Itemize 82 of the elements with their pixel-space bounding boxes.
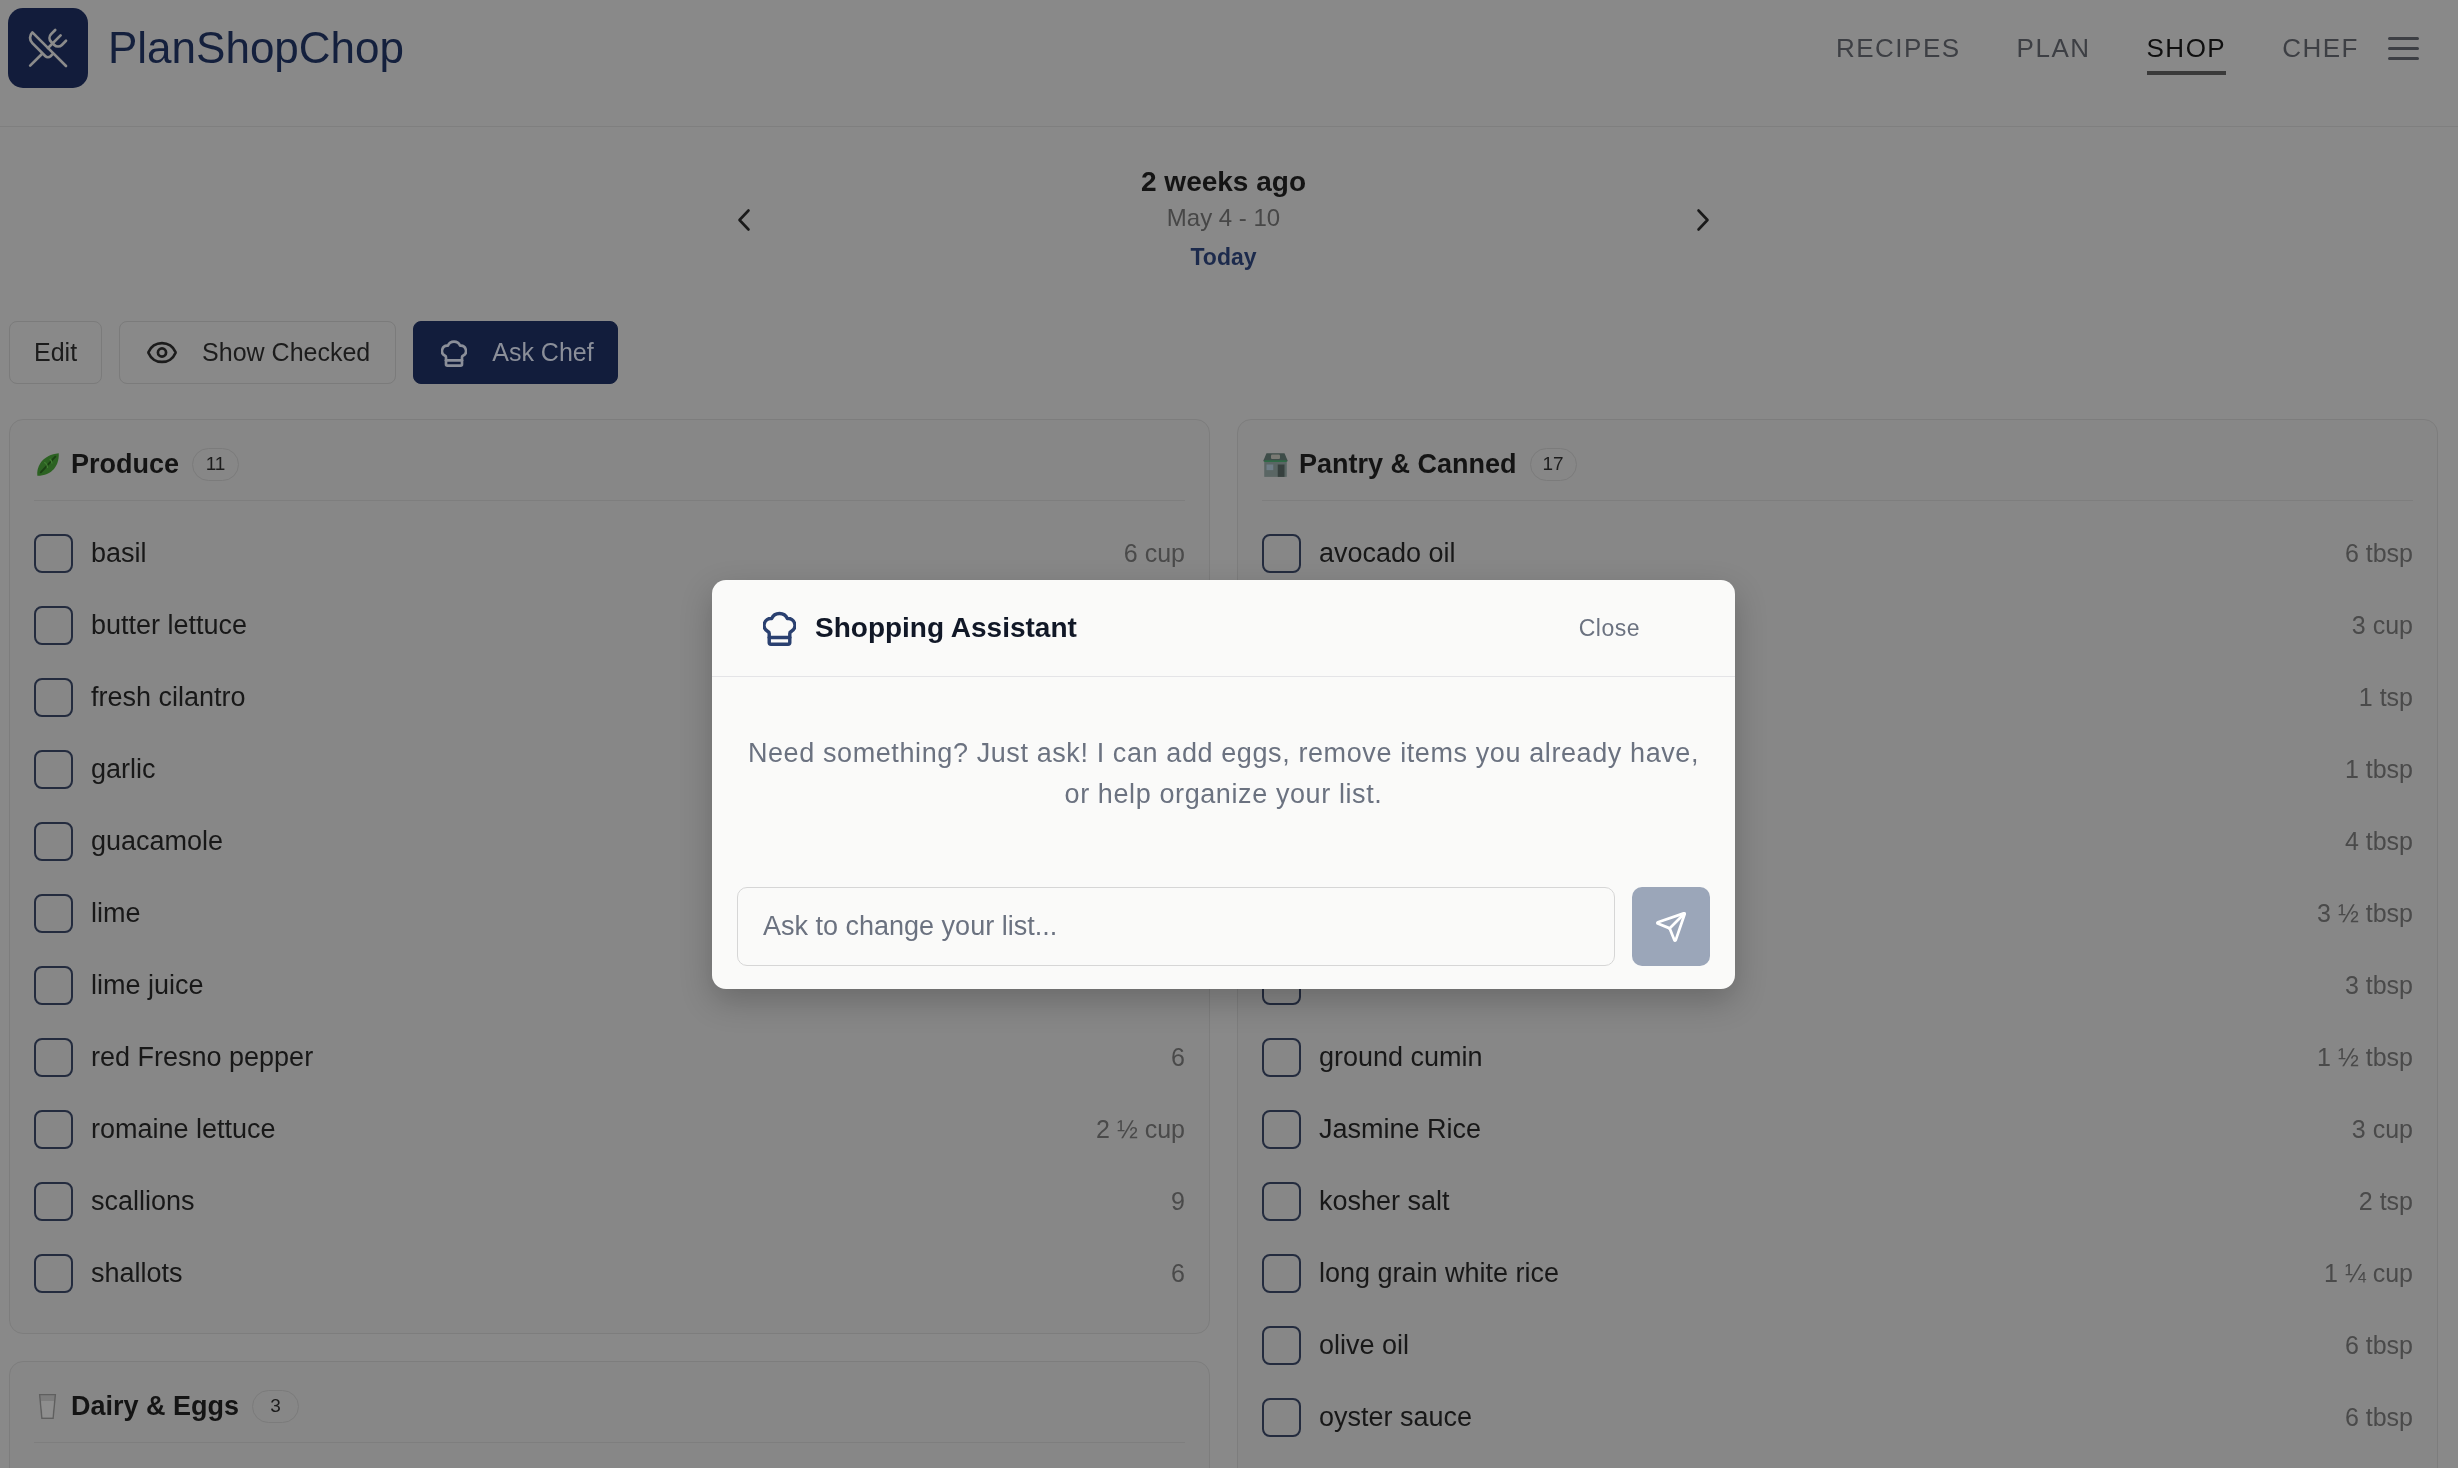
item-quantity: 1 ½ tbsp [2317, 1042, 2413, 1072]
item-name: kosher salt [1319, 1185, 1450, 1217]
item-quantity: 3 cup [2351, 1114, 2413, 1144]
checkbox[interactable] [34, 605, 73, 645]
checkbox[interactable] [1262, 1397, 1301, 1437]
checkbox[interactable] [1262, 1253, 1301, 1293]
nav-tab[interactable]: SHOP [2146, 21, 2227, 75]
checkbox[interactable] [34, 893, 73, 933]
item-quantity: 9 [1171, 1186, 1185, 1216]
checkbox[interactable] [1262, 533, 1301, 573]
item-quantity: 2 ½ cup [1096, 1114, 1185, 1144]
send-icon [1656, 911, 1686, 942]
close-button[interactable]: Close [1566, 606, 1652, 650]
item-name: lime juice [91, 969, 204, 1001]
nav-tab[interactable]: RECIPES [1835, 21, 1961, 75]
item-quantity: 6 tbsp [2344, 1330, 2413, 1360]
checkbox[interactable] [34, 1109, 73, 1149]
chat-input[interactable]: Ask to change your list... [737, 887, 1615, 966]
nav-tab[interactable]: PLAN [2016, 21, 2091, 75]
chevron-left-icon[interactable] [737, 207, 751, 232]
item-quantity: 3 cup [2351, 610, 2413, 640]
checkbox[interactable] [1262, 1109, 1301, 1149]
checkbox[interactable] [1262, 1325, 1301, 1365]
dialog-title: Shopping Assistant [815, 612, 1077, 644]
item-quantity: 4 tbsp [2344, 826, 2413, 856]
item-quantity: 1 tbsp [2344, 754, 2413, 784]
checkbox[interactable] [34, 749, 73, 789]
checkbox[interactable] [34, 965, 73, 1005]
category-title: Dairy & Eggs [71, 1390, 240, 1422]
category-title: Pantry & Canned [1299, 448, 1517, 480]
brand-name[interactable]: PlanShopChop [108, 26, 404, 70]
checkbox[interactable] [34, 821, 73, 861]
item-name: Jasmine Rice [1319, 1113, 1482, 1145]
chevron-right-icon[interactable] [1696, 207, 1710, 232]
item-name: olive oil [1319, 1329, 1410, 1361]
checkbox[interactable] [34, 1253, 73, 1293]
item-quantity: 1 tsp [2358, 682, 2413, 712]
crossed-utensils-icon[interactable] [8, 8, 88, 88]
item-quantity: 2 tsp [2358, 1186, 2413, 1216]
item-name: garlic [91, 753, 156, 785]
toolbar-button[interactable]: Ask Chef [413, 321, 618, 384]
item-name: shallots [91, 1257, 183, 1289]
week-label: 2 weeks ago [1141, 165, 1306, 199]
item-name: lime [91, 897, 141, 929]
item-name: guacamole [91, 825, 224, 857]
eye-icon [147, 341, 178, 364]
checkbox[interactable] [34, 533, 73, 573]
assistant-message: Need something? Just ask! I can add eggs, remove items you already have, or help organize your list. [746, 737, 1701, 811]
item-name: long grain white rice [1319, 1257, 1560, 1289]
item-quantity: 6 [1171, 1042, 1185, 1072]
menu-icon[interactable] [2388, 36, 2419, 60]
item-name: avocado oil [1319, 537, 1456, 569]
category-title: Produce [71, 448, 180, 480]
checkbox[interactable] [34, 1037, 73, 1077]
item-quantity: 3 ½ tbsp [2317, 898, 2413, 928]
toolbar-button[interactable]: Edit [9, 321, 103, 384]
item-name: red Fresno pepper [91, 1041, 314, 1073]
item-quantity: 3 tbsp [2344, 970, 2413, 1000]
toolbar-button[interactable]: Show Checked [119, 321, 397, 384]
checkbox[interactable] [34, 677, 73, 717]
date-range: May 4 - 10 [1166, 203, 1281, 233]
nav-tab[interactable]: CHEF [2282, 21, 2359, 75]
today-link[interactable]: Today [1190, 239, 1257, 275]
item-name: fresh cilantro [91, 681, 246, 713]
checkbox[interactable] [1262, 1037, 1301, 1077]
item-quantity: 1 ¼ cup [2324, 1258, 2413, 1288]
item-name: basil [91, 537, 147, 569]
checkbox[interactable] [34, 1181, 73, 1221]
item-name: oyster sauce [1319, 1401, 1473, 1433]
leaf-icon [34, 450, 61, 478]
item-quantity: 6 tbsp [2344, 1402, 2413, 1432]
item-quantity: 6 [1171, 1258, 1185, 1288]
checkbox[interactable] [1262, 1181, 1301, 1221]
chef-hat-icon [441, 338, 468, 367]
item-quantity: 6 tbsp [2344, 538, 2413, 568]
item-name: romaine lettuce [91, 1113, 276, 1145]
store-icon [1262, 450, 1289, 478]
item-name: scallions [91, 1185, 195, 1217]
item-quantity: 6 cup [1123, 538, 1185, 568]
chef-hat-icon [763, 610, 796, 646]
item-name: butter lettuce [91, 609, 248, 641]
item-name: ground cumin [1319, 1041, 1483, 1073]
